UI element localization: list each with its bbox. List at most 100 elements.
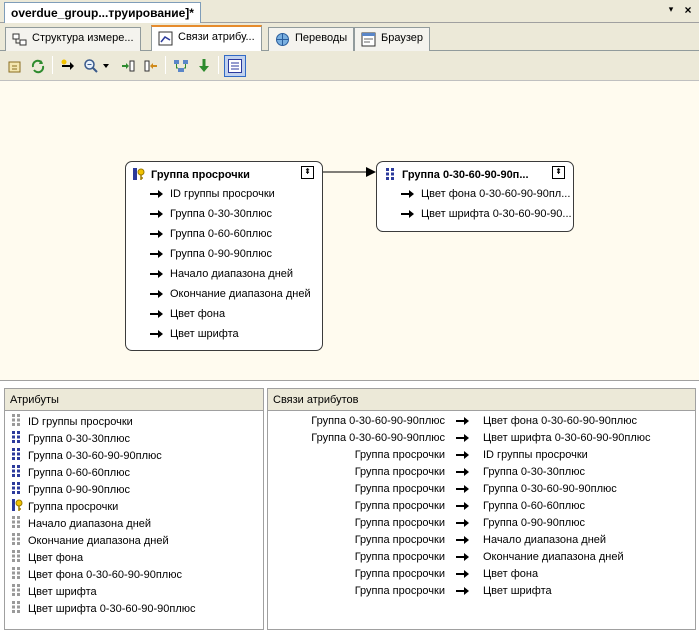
- attribute-list-label: Цвет фона 0-30-60-90-90плюс: [28, 568, 182, 581]
- attribute-row[interactable]: ID группы просрочки: [126, 184, 322, 204]
- attribute-row[interactable]: Цвет фона 0-30-60-90-90пл...: [377, 184, 573, 204]
- expand-all-icon[interactable]: [117, 55, 139, 77]
- attribute-list-item[interactable]: Цвет фона: [5, 549, 263, 566]
- attribute-blue-icon: [11, 447, 23, 464]
- relationship-row[interactable]: Группа просрочки Начало диапазона дней: [268, 532, 695, 549]
- attribute-list-item[interactable]: ID группы просрочки: [5, 413, 263, 430]
- attribute-list-item[interactable]: Группа 0-30-60-90-90плюс: [5, 447, 263, 464]
- attribute-blue-icon: [11, 481, 23, 498]
- show-relationship-icon[interactable]: [193, 55, 215, 77]
- window-list-dropdown-icon[interactable]: ▾: [665, 4, 677, 18]
- arrange-icon[interactable]: [170, 55, 192, 77]
- collapse-icon[interactable]: ⇞: [301, 166, 314, 179]
- relationship-arrow-icon: [401, 209, 414, 219]
- show-list-views-icon[interactable]: [224, 55, 246, 77]
- relationship-row[interactable]: Группа просрочки Группа 0-90-90плюс: [268, 515, 695, 532]
- attribute-list-label: Цвет шрифта 0-30-60-90-90плюс: [28, 602, 196, 615]
- attribute-row-label: Начало диапазона дней: [170, 268, 294, 280]
- relationship-source: Группа просрочки: [354, 449, 445, 461]
- collapse-all-icon[interactable]: [140, 55, 162, 77]
- tab-browser[interactable]: Браузер: [354, 27, 430, 51]
- relationship-target: Группа 0-90-90плюс: [483, 517, 585, 529]
- attribute-list-label: Группа 0-30-60-90-90плюс: [28, 449, 162, 462]
- refresh-icon[interactable]: [27, 55, 49, 77]
- box-title: Группа просрочки: [151, 169, 250, 181]
- relationship-source: Группа 0-30-60-90-90плюс: [311, 415, 445, 427]
- attribute-list-label: Цвет шрифта: [28, 585, 97, 598]
- relationship-row[interactable]: Группа просрочки Группа 0-30-30плюс: [268, 464, 695, 481]
- relationship-source: Группа просрочки: [354, 483, 445, 495]
- attribute-list-item[interactable]: Группа 0-30-30плюс: [5, 430, 263, 447]
- box-header: Группа просрочки ⇞: [126, 162, 322, 184]
- attribute-box[interactable]: Группа 0-30-60-90-90п... ⇞ Цвет фона 0-3…: [376, 161, 574, 232]
- key-attribute-icon: [11, 498, 23, 515]
- attribute-row[interactable]: Начало диапазона дней: [126, 264, 322, 284]
- attribute-gray-icon: [11, 549, 23, 566]
- document-tab[interactable]: overdue_group...труирование]*: [4, 2, 201, 23]
- close-document-icon[interactable]: ×: [681, 3, 695, 17]
- attribute-row[interactable]: Группа 0-90-90плюс: [126, 244, 322, 264]
- relationship-arrow-icon: [456, 518, 470, 528]
- new-relationship-icon[interactable]: [57, 55, 79, 77]
- attribute-row[interactable]: Цвет шрифта 0-30-60-90-90...: [377, 204, 573, 224]
- relationship-arrow-icon: [456, 552, 470, 562]
- attribute-row[interactable]: Цвет шрифта: [126, 324, 322, 344]
- attribute-gray-icon: [11, 532, 23, 549]
- attribute-list-item[interactable]: Группа 0-60-60плюс: [5, 464, 263, 481]
- tab-structure[interactable]: Структура измере...: [5, 27, 141, 51]
- attribute-list-label: Группа 0-60-60плюс: [28, 466, 130, 479]
- attribute-gray-icon: [11, 515, 23, 532]
- relationship-row[interactable]: Группа 0-30-60-90-90плюс Цвет фона 0-30-6…: [268, 413, 695, 430]
- relationship-target: Цвет шрифта: [483, 585, 552, 597]
- zoom-dropdown-icon[interactable]: [100, 55, 112, 77]
- relationship-target: Группа 0-30-60-90-90плюс: [483, 483, 617, 495]
- tab-label: Переводы: [295, 32, 348, 44]
- relationship-row[interactable]: Группа просрочки ID группы просрочки: [268, 447, 695, 464]
- collapse-icon[interactable]: ⇞: [552, 166, 565, 179]
- box-header: Группа 0-30-60-90-90п... ⇞: [377, 162, 573, 184]
- relationship-row[interactable]: Группа просрочки Группа 0-60-60плюс: [268, 498, 695, 515]
- relationship-row[interactable]: Группа просрочки Цвет фона: [268, 566, 695, 583]
- tab-attribute-relationships[interactable]: Связи атрибу...: [151, 25, 262, 52]
- key-attribute-box[interactable]: Группа просрочки ⇞ ID группы просрочки Гр…: [125, 161, 323, 351]
- document-tab-strip: overdue_group...труирование]* ▾ ×: [0, 0, 699, 23]
- box-title: Группа 0-30-60-90-90п...: [402, 169, 529, 181]
- key-attribute-icon: [132, 167, 146, 184]
- attribute-list-item[interactable]: Цвет шрифта 0-30-60-90-90плюс: [5, 600, 263, 617]
- attribute-row[interactable]: Цвет фона: [126, 304, 322, 324]
- relationship-connector: [323, 167, 376, 177]
- relationship-source: Группа 0-30-60-90-90плюс: [311, 432, 445, 444]
- relationship-row[interactable]: Группа просрочки Окончание диапазона дней: [268, 549, 695, 566]
- attribute-row[interactable]: Группа 0-60-60плюс: [126, 224, 322, 244]
- attribute-list-item[interactable]: Группа просрочки: [5, 498, 263, 515]
- relationship-row[interactable]: Группа 0-30-60-90-90плюс Цвет шрифта 0-30…: [268, 430, 695, 447]
- relationships-icon: [158, 31, 173, 46]
- relationship-row[interactable]: Группа просрочки Группа 0-30-60-90-90плюс: [268, 481, 695, 498]
- attribute-row[interactable]: Группа 0-30-30плюс: [126, 204, 322, 224]
- zoom-icon[interactable]: [80, 55, 102, 77]
- designer-toolbar: [0, 51, 699, 81]
- process-icon[interactable]: [4, 55, 26, 77]
- attribute-list-item[interactable]: Цвет фона 0-30-60-90-90плюс: [5, 566, 263, 583]
- tab-translations[interactable]: Переводы: [268, 27, 355, 51]
- attribute-list-label: Начало диапазона дней: [28, 517, 152, 530]
- attribute-list-label: Группа 0-90-90плюс: [28, 483, 130, 496]
- relationship-arrow-icon: [456, 467, 470, 477]
- attribute-list-item[interactable]: Цвет шрифта: [5, 583, 263, 600]
- attribute-row-label: ID группы просрочки: [170, 188, 275, 200]
- attribute-row-label: Цвет шрифта 0-30-60-90-90...: [421, 208, 572, 220]
- attribute-row[interactable]: Окончание диапазона дней: [126, 284, 322, 304]
- relationship-target: Окончание диапазона дней: [483, 551, 624, 563]
- relationship-row[interactable]: Группа просрочки Цвет шрифта: [268, 583, 695, 600]
- attribute-list-item[interactable]: Начало диапазона дней: [5, 515, 263, 532]
- relationship-arrow-icon: [150, 249, 163, 259]
- pane-header: Атрибуты: [5, 389, 263, 411]
- relationship-arrow-icon: [150, 329, 163, 339]
- attributes-pane: Атрибуты ID группы просрочки Группа 0-30-…: [4, 388, 264, 630]
- relationship-target: Цвет шрифта 0-30-60-90-90плюс: [483, 432, 651, 444]
- diagram-canvas[interactable]: Группа просрочки ⇞ ID группы просрочки Гр…: [0, 81, 699, 381]
- relationship-arrow-icon: [150, 309, 163, 319]
- attribute-list-item[interactable]: Окончание диапазона дней: [5, 532, 263, 549]
- relationship-target: ID группы просрочки: [483, 449, 588, 461]
- attribute-list-item[interactable]: Группа 0-90-90плюс: [5, 481, 263, 498]
